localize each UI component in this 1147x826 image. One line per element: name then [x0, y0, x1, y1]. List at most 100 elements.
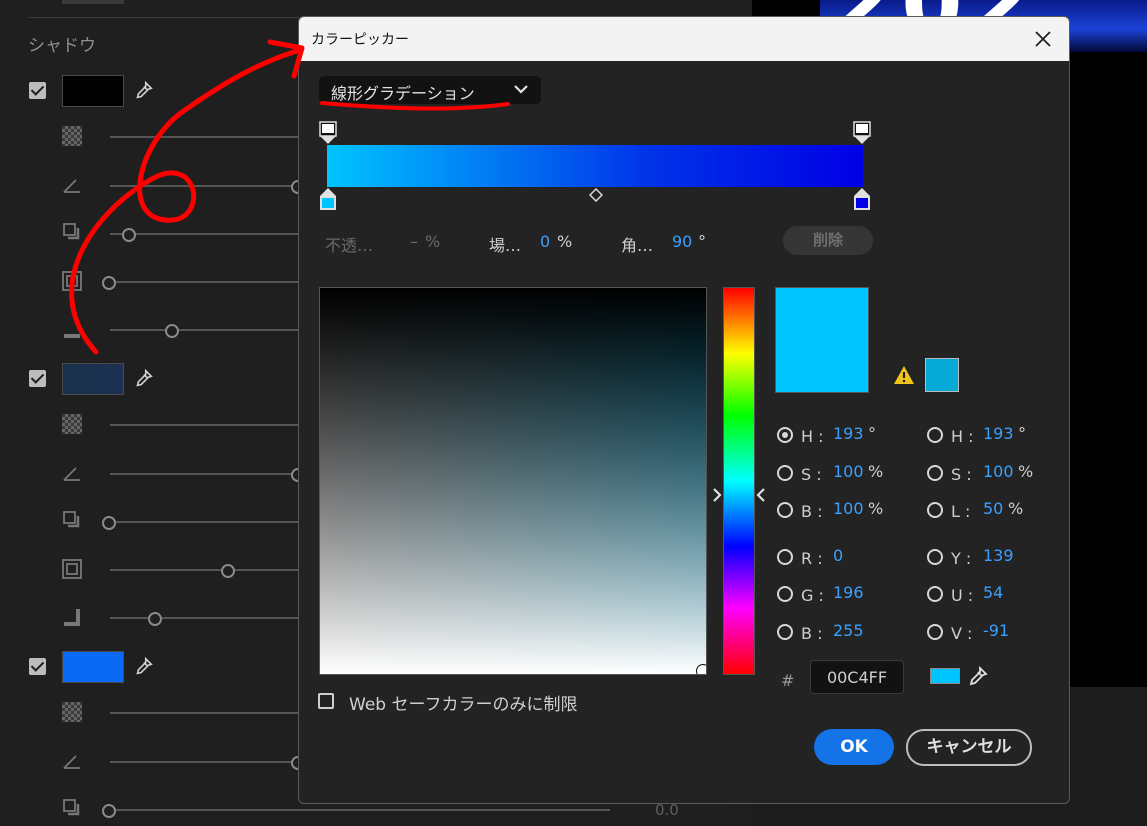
- color-field-row: L : 50%: [927, 499, 1067, 522]
- color-stop-right[interactable]: [853, 187, 871, 211]
- size-slider-knob[interactable]: [102, 276, 116, 290]
- color-mode-radio[interactable]: [777, 624, 793, 640]
- color-mode-radio[interactable]: [777, 586, 793, 602]
- color-field-value[interactable]: 139: [983, 546, 1014, 565]
- warning-icon: [894, 366, 914, 384]
- eyedropper-icon[interactable]: [965, 665, 989, 689]
- gradient-type-label: 線形グラデーション: [331, 84, 475, 103]
- gradient-preview-bar[interactable]: [327, 145, 863, 187]
- color-field-value[interactable]: 0: [833, 546, 843, 565]
- angle-value[interactable]: 90: [672, 232, 692, 251]
- color-field-unit: %: [868, 499, 884, 518]
- gradient-type-dropdown[interactable]: 線形グラデーション: [319, 76, 541, 104]
- color-mode-radio[interactable]: [777, 549, 793, 565]
- shadow-3-color-swatch[interactable]: [62, 651, 124, 683]
- color-mode-radio[interactable]: [927, 586, 943, 602]
- color-field-cursor[interactable]: [696, 664, 706, 674]
- current-color-preview: [775, 287, 869, 393]
- color-mode-radio[interactable]: [927, 502, 943, 518]
- dialog-titlebar[interactable]: カラーピッカー: [299, 17, 1069, 61]
- opacity-stop-right[interactable]: [853, 121, 871, 145]
- size-slider-knob[interactable]: [221, 564, 235, 578]
- blur-slider[interactable]: [110, 617, 300, 619]
- chevron-down-icon: [514, 85, 528, 94]
- opacity-icon: [62, 702, 82, 722]
- opacity-icon: [62, 126, 82, 146]
- size-slider[interactable]: [110, 569, 300, 571]
- color-picker-dialog: カラーピッカー 線形グラデーション 不透… – % 場… 0 % 角… 90 °…: [298, 16, 1070, 804]
- blur-slider-knob[interactable]: [148, 612, 162, 626]
- color-field-value[interactable]: 100: [833, 462, 864, 481]
- chevron-left-icon[interactable]: [755, 487, 767, 503]
- hex-hash-label: #: [781, 671, 795, 690]
- opacity-slider[interactable]: [110, 712, 300, 714]
- location-value[interactable]: 0: [540, 232, 550, 251]
- color-mode-radio[interactable]: [927, 549, 943, 565]
- eyedropper-icon[interactable]: [132, 80, 154, 102]
- eyedropper-icon[interactable]: [132, 656, 154, 678]
- panel-divider: [62, 0, 124, 4]
- shadow-2-color-swatch[interactable]: [62, 363, 124, 395]
- chevron-right-icon[interactable]: [711, 487, 723, 503]
- color-field-value[interactable]: 54: [983, 583, 1003, 602]
- color-field-value[interactable]: 193: [983, 424, 1014, 443]
- color-mode-radio[interactable]: [777, 427, 793, 443]
- hue-slider[interactable]: [723, 287, 755, 675]
- saturation-brightness-field[interactable]: [319, 287, 707, 675]
- opacity-slider[interactable]: [110, 424, 300, 426]
- distance-slider[interactable]: [110, 809, 610, 811]
- opacity-slider[interactable]: [110, 136, 300, 138]
- distance-icon: [63, 799, 80, 816]
- distance-slider-knob[interactable]: [102, 516, 116, 530]
- angle-slider[interactable]: [110, 473, 300, 475]
- shadow-1-checkbox[interactable]: [29, 82, 46, 99]
- web-safe-checkbox[interactable]: [318, 693, 334, 709]
- distance-slider[interactable]: [110, 521, 300, 523]
- color-field-label: U :: [951, 586, 974, 605]
- distance-slider-knob[interactable]: [102, 804, 116, 818]
- color-mode-radio[interactable]: [927, 465, 943, 481]
- section-label-shadow: シャドウ: [28, 36, 96, 56]
- color-field-value[interactable]: 100: [833, 499, 864, 518]
- gradient-midpoint-diamond[interactable]: [589, 188, 603, 202]
- size-icon: [62, 271, 82, 291]
- location-label: 場…: [489, 236, 522, 255]
- color-stop-left[interactable]: [319, 187, 337, 211]
- color-field-value[interactable]: -91: [983, 621, 1009, 640]
- color-field-value[interactable]: 50: [983, 499, 1003, 518]
- color-field-row: V : -91: [927, 621, 1067, 644]
- distance-slider-knob[interactable]: [122, 228, 136, 242]
- color-field-unit: °: [1018, 424, 1026, 443]
- shadow-2-checkbox[interactable]: [29, 370, 46, 387]
- eyedropper-icon[interactable]: [132, 368, 154, 390]
- color-mode-radio[interactable]: [777, 502, 793, 518]
- shadow-3-checkbox[interactable]: [29, 658, 46, 675]
- blur-slider[interactable]: [110, 329, 300, 331]
- color-field-value[interactable]: 100: [983, 462, 1014, 481]
- web-safe-label: Web セーフカラーのみに制限: [349, 695, 578, 715]
- ok-button[interactable]: OK: [814, 729, 894, 765]
- color-field-value[interactable]: 196: [833, 583, 864, 602]
- size-slider[interactable]: [110, 281, 300, 283]
- angle-slider[interactable]: [110, 761, 300, 763]
- blur-slider-knob[interactable]: [165, 324, 179, 338]
- close-icon[interactable]: [1027, 23, 1059, 55]
- opacity-label: 不透…: [325, 236, 374, 255]
- angle-slider[interactable]: [110, 185, 300, 187]
- color-field-value[interactable]: 193: [833, 424, 864, 443]
- hex-input[interactable]: [810, 660, 904, 694]
- color-mode-radio[interactable]: [777, 465, 793, 481]
- distance-slider[interactable]: [110, 233, 300, 235]
- color-mode-radio[interactable]: [927, 427, 943, 443]
- web-safe-color-swatch[interactable]: [925, 358, 959, 392]
- angle-unit: °: [698, 232, 706, 251]
- color-field-unit: %: [868, 462, 884, 481]
- angle-icon: [63, 755, 80, 769]
- color-field-value[interactable]: 255: [833, 621, 864, 640]
- color-mode-radio[interactable]: [927, 624, 943, 640]
- cancel-button[interactable]: キャンセル: [906, 729, 1032, 766]
- shadow-1-color-swatch[interactable]: [62, 75, 124, 107]
- delete-stop-button[interactable]: 削除: [783, 226, 873, 255]
- color-field-row: R : 0: [777, 546, 917, 569]
- opacity-stop-left[interactable]: [319, 121, 337, 145]
